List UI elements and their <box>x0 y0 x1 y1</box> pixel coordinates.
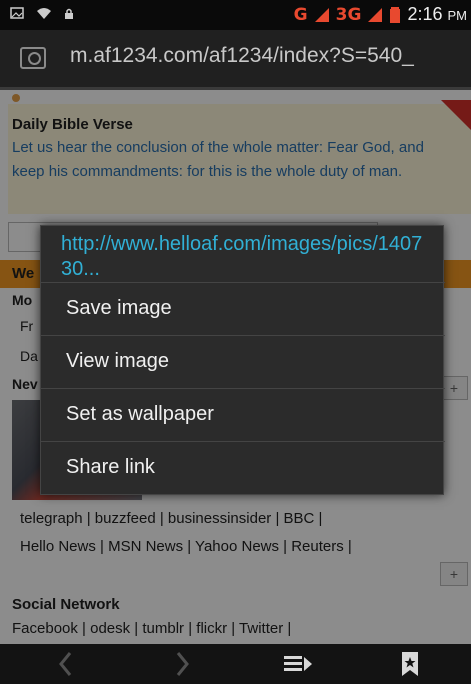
image-context-menu: http://www.helloaf.com/images/pics/14073… <box>40 225 445 495</box>
more-fragment: Mo <box>12 292 33 308</box>
tabs-icon <box>284 656 312 671</box>
network-3g-indicator: 3G <box>335 4 362 25</box>
fr-fragment: Fr <box>20 318 34 334</box>
clock-time: 2:16 <box>407 4 443 24</box>
context-menu-title: http://www.helloaf.com/images/pics/14073… <box>61 233 423 280</box>
social-network-title: Social Network <box>12 596 120 613</box>
url-text[interactable]: m.af1234.com/af1234/index?S=540_ <box>70 44 470 68</box>
menu-item-label: Share link <box>66 456 155 478</box>
battery-icon <box>390 6 401 23</box>
social-links-line[interactable]: Facebook | odesk | tumblr | flickr | Twi… <box>12 620 291 637</box>
menu-item-share-link[interactable]: Share link <box>41 441 445 495</box>
red-corner-ribbon <box>441 100 471 130</box>
forward-button[interactable] <box>152 644 212 684</box>
menu-item-set-as-wallpaper[interactable]: Set as wallpaper <box>41 388 445 442</box>
verse-title: Daily Bible Verse <box>12 116 133 133</box>
wifi-icon <box>37 8 51 19</box>
verse-text[interactable]: Let us hear the conclusion of the whole … <box>12 136 452 184</box>
lock-icon <box>65 8 73 19</box>
url-bar[interactable]: m.af1234.com/af1234/index?S=540_ <box>0 30 471 90</box>
gallery-notification-icon <box>10 7 24 19</box>
bookmark-icon <box>402 652 418 676</box>
signal-icon <box>314 7 329 22</box>
section-title-fragment: We <box>12 265 35 282</box>
bullet-dot <box>12 94 20 102</box>
bookmark-button[interactable] <box>380 644 440 684</box>
menu-item-view-image[interactable]: View image <box>41 335 445 389</box>
tabs-button[interactable] <box>268 644 328 684</box>
menu-item-label: Set as wallpaper <box>66 403 214 425</box>
bottom-nav-bar <box>0 644 471 684</box>
clock: 2:16 PM <box>407 4 467 25</box>
status-bar: G 3G 2:16 PM <box>0 0 471 30</box>
menu-item-label: Save image <box>66 297 172 319</box>
signal-3g-icon <box>368 7 383 22</box>
menu-item-save-image[interactable]: Save image <box>41 282 445 336</box>
clock-suffix: PM <box>447 8 468 23</box>
news-links-line-1[interactable]: telegraph | buzzfeed | businessinsider |… <box>20 510 322 527</box>
network-g-indicator: G <box>293 4 308 25</box>
chevron-right-icon <box>176 652 189 676</box>
da-fragment: Da <box>20 348 38 364</box>
news-links-line-2[interactable]: Hello News | MSN News | Yahoo News | Reu… <box>20 538 352 555</box>
expand-button-2[interactable]: + <box>440 562 468 586</box>
chevron-left-icon <box>59 652 72 676</box>
back-button[interactable] <box>36 644 96 684</box>
menu-item-label: View image <box>66 350 170 372</box>
site-info-icon[interactable] <box>20 47 46 69</box>
news-fragment: Nev <box>12 376 38 392</box>
